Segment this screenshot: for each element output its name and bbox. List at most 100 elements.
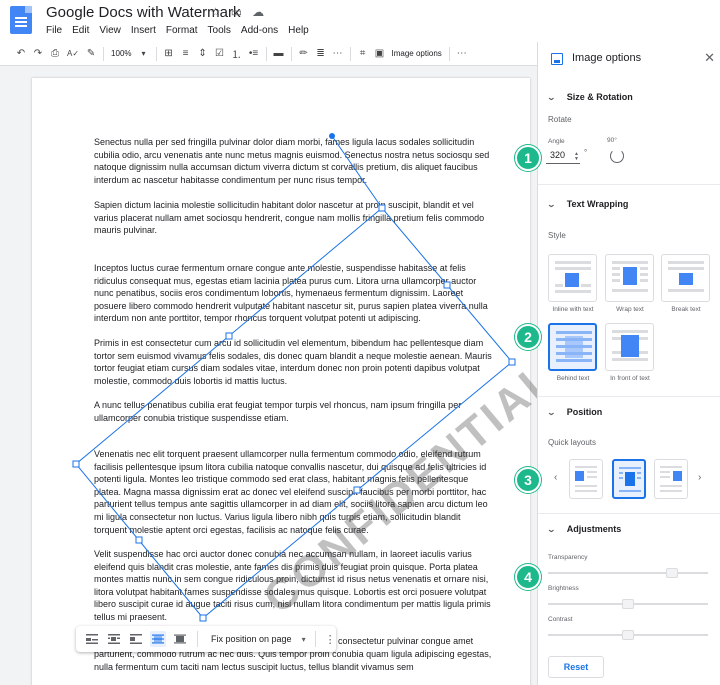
inline-text-icon[interactable] bbox=[84, 631, 100, 647]
resize-handle[interactable] bbox=[135, 536, 143, 544]
pen-color-icon[interactable]: ✏ bbox=[299, 47, 309, 61]
wrap-text-icon[interactable] bbox=[106, 631, 122, 647]
menu-view[interactable]: View bbox=[99, 25, 121, 36]
crop-icon[interactable]: ⌗ bbox=[358, 47, 368, 61]
chevron-left-icon[interactable]: ‹ bbox=[554, 472, 557, 483]
toolbar: ↶ ↷ ⎙ A✓ ✎ 100% ▾ ⊞ ≡ ⇕ ☑ ⒈ •≡ ▬ ✏ ≣ ⋯ ⌗… bbox=[0, 42, 537, 66]
slider-thumb[interactable] bbox=[622, 630, 634, 640]
reset-button[interactable]: Reset bbox=[548, 656, 604, 678]
image-selection-box[interactable] bbox=[32, 78, 530, 685]
undo-icon[interactable]: ↶ bbox=[16, 47, 26, 61]
chevron-down-icon: ▾ bbox=[301, 634, 306, 644]
resize-handle[interactable] bbox=[508, 358, 516, 366]
brightness-slider[interactable] bbox=[548, 599, 708, 609]
move-folder-icon[interactable]: ▭ bbox=[231, 5, 242, 19]
wrap-option-wrap-text[interactable] bbox=[605, 254, 654, 302]
toolbar-divider bbox=[314, 631, 316, 647]
paint-format-icon[interactable]: ✎ bbox=[86, 47, 96, 61]
chevron-down-icon: ⌄ bbox=[546, 524, 557, 534]
checklist-icon[interactable]: ☑ bbox=[215, 47, 225, 61]
docs-logo-icon[interactable] bbox=[10, 6, 32, 34]
chevron-right-icon[interactable]: › bbox=[698, 472, 701, 483]
panel-header: Image options ✕ bbox=[538, 42, 720, 76]
chevron-down-icon: ⌄ bbox=[546, 92, 557, 102]
contrast-slider[interactable] bbox=[548, 630, 708, 640]
border-color-icon[interactable]: ▬ bbox=[274, 47, 284, 61]
title-bar: Google Docs with Watermark ☆ ▭ ☁ File Ed… bbox=[0, 0, 720, 42]
chevron-down-icon: ▾ bbox=[141, 49, 146, 58]
menu-file[interactable]: File bbox=[46, 25, 62, 36]
wrap-option-break-text[interactable] bbox=[661, 254, 710, 302]
quick-layouts-label: Quick layouts bbox=[548, 438, 597, 447]
bulleted-list-icon[interactable]: •≡ bbox=[249, 47, 259, 61]
position-select[interactable]: Fix position on page bbox=[207, 634, 296, 644]
menu-insert[interactable]: Insert bbox=[131, 25, 156, 36]
in-front-of-text-icon bbox=[612, 330, 648, 361]
insert-link-icon[interactable]: ⊞ bbox=[164, 47, 174, 61]
quick-layout-center[interactable] bbox=[612, 459, 646, 499]
rotate-90-icon[interactable] bbox=[610, 149, 624, 163]
resize-handle[interactable] bbox=[378, 204, 386, 212]
panel-title: Image options bbox=[572, 52, 642, 64]
wrap-option-caption: Break text bbox=[671, 306, 701, 313]
section-position[interactable]: ⌄ Position bbox=[546, 407, 603, 417]
contrast-label: Contrast bbox=[548, 616, 573, 623]
section-adjustments[interactable]: ⌄ Adjustments bbox=[546, 524, 622, 534]
section-size-rotation[interactable]: ⌄ Size & Rotation bbox=[546, 92, 633, 102]
behind-text-icon[interactable] bbox=[150, 631, 166, 647]
redo-icon[interactable]: ↷ bbox=[33, 47, 43, 61]
toolbar-divider bbox=[265, 46, 267, 61]
spellcheck-icon[interactable]: A✓ bbox=[67, 47, 79, 61]
image-floating-toolbar: Fix position on page ▾ ⋮ bbox=[76, 626, 336, 652]
quick-layout-right[interactable] bbox=[654, 459, 688, 499]
quick-layout-top-left[interactable] bbox=[569, 459, 603, 499]
angle-stepper[interactable]: ▲ ▼ bbox=[574, 152, 579, 162]
wrap-option-caption: Inline with text bbox=[552, 306, 594, 313]
slider-thumb[interactable] bbox=[666, 568, 679, 578]
document-page[interactable]: Senectus nulla per sed fringilla pulvina… bbox=[32, 78, 537, 685]
border-dash-icon[interactable]: ⋯ bbox=[333, 47, 343, 61]
resize-handle[interactable] bbox=[72, 460, 80, 468]
cloud-status-icon[interactable]: ☁ bbox=[252, 5, 264, 19]
toolbar-divider bbox=[155, 46, 157, 61]
divider bbox=[538, 184, 720, 185]
degree-symbol: ° bbox=[584, 148, 588, 157]
resize-handle[interactable] bbox=[199, 614, 207, 622]
style-label: Style bbox=[548, 231, 566, 240]
close-icon[interactable]: ✕ bbox=[704, 50, 715, 66]
chevron-down-icon: ⌄ bbox=[546, 407, 557, 417]
rotate-handle[interactable] bbox=[329, 133, 335, 139]
in-front-of-text-icon[interactable] bbox=[172, 631, 188, 647]
resize-handle[interactable] bbox=[443, 281, 451, 289]
replace-image-icon[interactable]: ▣ bbox=[375, 47, 385, 61]
image-options-button[interactable]: Image options bbox=[392, 49, 442, 58]
resize-handle[interactable] bbox=[225, 332, 233, 340]
document-canvas[interactable]: Senectus nulla per sed fringilla pulvina… bbox=[0, 66, 537, 685]
zoom-select[interactable]: 100% bbox=[111, 49, 131, 58]
resize-handle[interactable] bbox=[353, 486, 361, 494]
break-text-icon[interactable] bbox=[128, 631, 144, 647]
wrap-option-behind-text[interactable] bbox=[548, 323, 597, 371]
align-icon[interactable]: ≡ bbox=[181, 47, 191, 61]
menu-help[interactable]: Help bbox=[288, 25, 309, 36]
star-icon[interactable]: ☆ bbox=[210, 5, 221, 19]
border-weight-icon[interactable]: ≣ bbox=[316, 47, 326, 61]
wrap-option-in-front[interactable] bbox=[605, 323, 654, 371]
more-options-icon[interactable]: ⋯ bbox=[457, 47, 467, 61]
print-icon[interactable]: ⎙ bbox=[50, 47, 60, 61]
wrap-option-inline[interactable] bbox=[548, 254, 597, 302]
wrap-option-caption: Wrap text bbox=[616, 306, 644, 313]
transparency-slider[interactable] bbox=[548, 568, 708, 578]
section-heading: Text Wrapping bbox=[566, 199, 629, 209]
numbered-list-icon[interactable]: ⒈ bbox=[232, 47, 242, 61]
wrap-option-caption: Behind text bbox=[556, 375, 590, 382]
slider-thumb[interactable] bbox=[622, 599, 634, 609]
menu-tools[interactable]: Tools bbox=[208, 25, 231, 36]
menu-addons[interactable]: Add-ons bbox=[241, 25, 278, 36]
line-spacing-icon[interactable]: ⇕ bbox=[198, 47, 208, 61]
divider bbox=[538, 396, 720, 397]
more-vert-icon[interactable]: ⋮ bbox=[325, 633, 336, 646]
menu-format[interactable]: Format bbox=[166, 25, 198, 36]
section-text-wrapping[interactable]: ⌄ Text Wrapping bbox=[547, 199, 629, 209]
menu-edit[interactable]: Edit bbox=[72, 25, 89, 36]
